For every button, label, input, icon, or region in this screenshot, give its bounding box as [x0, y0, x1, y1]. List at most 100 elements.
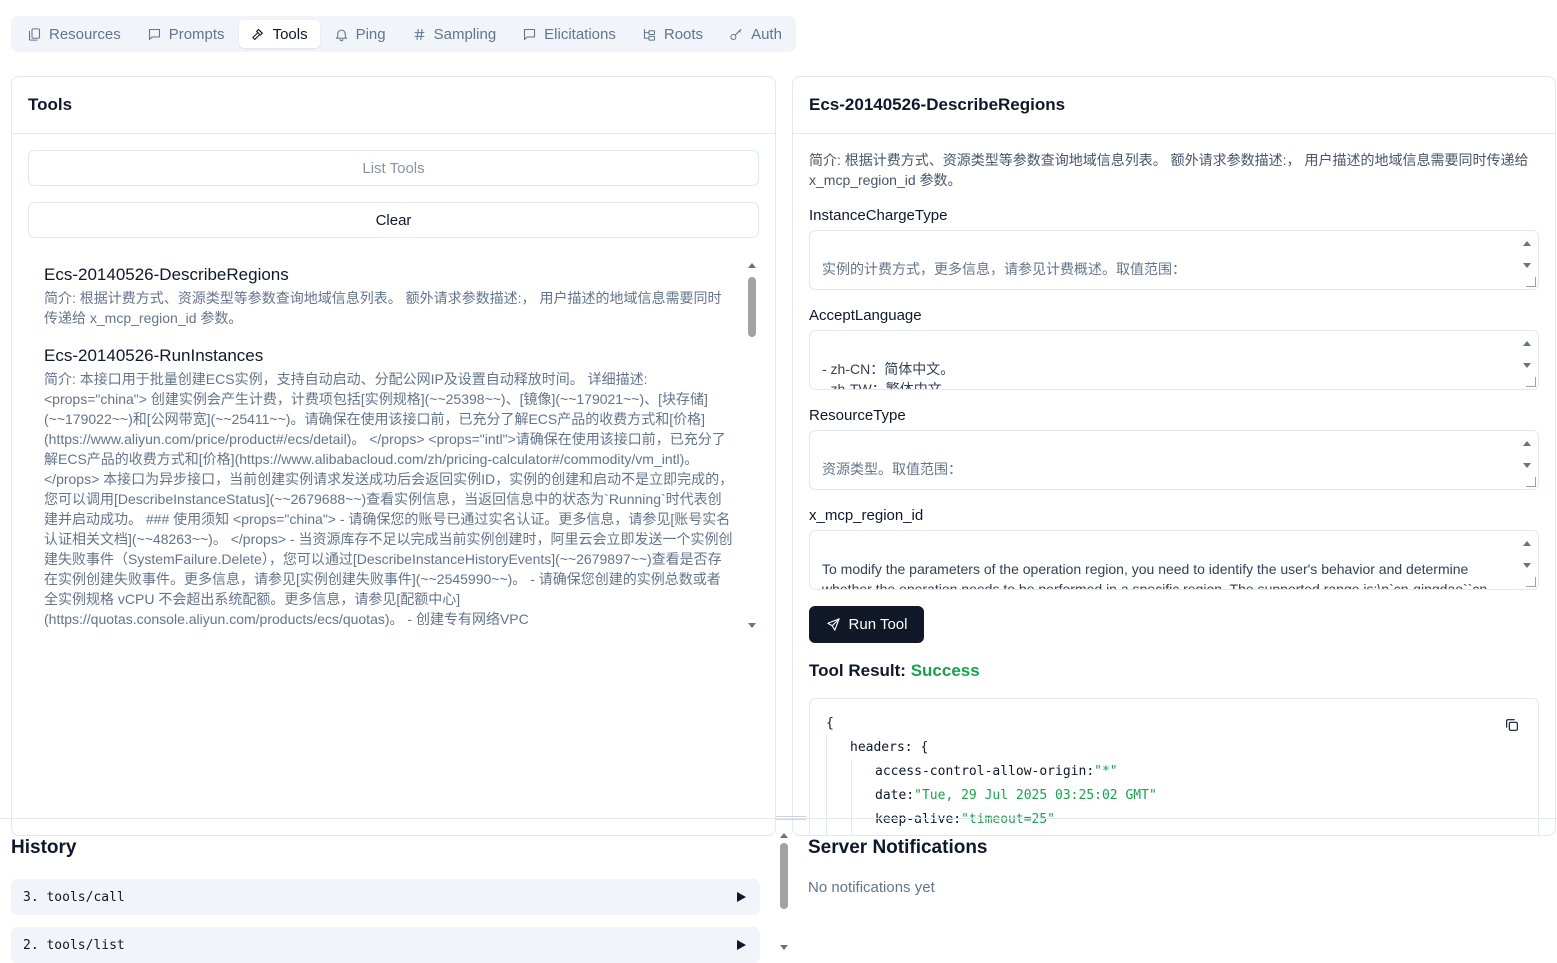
field-label-instancechargetype: InstanceChargeType [809, 207, 948, 224]
tool-detail-description: 简介: 根据计费方式、资源类型等参数查询地域信息列表。 额外请求参数描述:， 用… [809, 152, 1529, 188]
x-mcp-region-id-value: To modify the parameters of the operatio… [822, 561, 1492, 590]
field-label-resourcetype: ResourceType [809, 407, 906, 424]
instancechargetype-value: 实例的计费方式，更多信息，请参见计费概述。取值范围： - PrePaid：包年包… [822, 261, 1186, 277]
tab-label: Elicitations [544, 25, 616, 43]
scroll-up-icon[interactable] [1523, 441, 1531, 446]
tool-description: 简介: 本接口用于批量创建ECS实例，支持自动启动、分配公网IP及设置自动释放时… [44, 371, 734, 627]
files-icon [28, 27, 41, 41]
notifications-empty-text: No notifications yet [808, 879, 935, 896]
json-indent-guide [826, 735, 827, 835]
resize-grip-icon[interactable] [1526, 577, 1536, 587]
message-icon [148, 28, 160, 40]
json-line: access-control-allow-origin: "*" [826, 759, 1522, 783]
json-value: "timeout=25" [961, 811, 1056, 827]
tab-elicitations[interactable]: Elicitations [510, 20, 628, 48]
tab-label: Roots [663, 25, 704, 43]
scroll-down-icon[interactable] [780, 945, 788, 950]
scroll-up-icon[interactable] [1523, 341, 1531, 346]
scroll-down-icon[interactable] [1523, 463, 1531, 468]
list-tools-button[interactable]: List Tools [28, 150, 759, 186]
field-label-x-mcp-region-id: x_mcp_region_id [809, 507, 924, 524]
json-value: "*" [1094, 763, 1118, 779]
expand-triangle-icon[interactable] [737, 940, 746, 950]
tool-result-status: Success [910, 661, 980, 680]
resourcetype-value: 资源类型。取值范围： - instance：ECS实例。 [822, 461, 962, 477]
scroll-down-icon[interactable] [748, 623, 756, 628]
json-key: headers: [850, 739, 913, 755]
scroll-down-icon[interactable] [1523, 563, 1531, 568]
json-key: keep-alive: [875, 811, 962, 827]
tab-resources[interactable]: Resources [15, 20, 133, 48]
scroll-thumb[interactable] [780, 843, 788, 909]
scroll-down-icon[interactable] [1523, 363, 1531, 368]
tools-panel: Tools List Tools Clear Ecs-20140526-Desc… [11, 76, 776, 836]
tab-auth[interactable]: Auth [717, 20, 794, 48]
json-brace: { [920, 739, 929, 755]
scroll-up-icon[interactable] [780, 833, 788, 838]
expand-triangle-icon[interactable] [737, 892, 746, 902]
panel-resize-handle[interactable] [776, 816, 806, 820]
history-item[interactable]: 3. tools/call [11, 879, 760, 915]
tool-result-heading: Tool Result: Success [809, 661, 980, 681]
tool-result-label: Tool Result: [809, 661, 906, 680]
copy-icon[interactable] [1504, 717, 1520, 733]
tool-name: Ecs-20140526-RunInstances [44, 346, 264, 365]
run-tool-button[interactable]: Run Tool [809, 606, 924, 643]
tab-ping[interactable]: Ping [322, 20, 398, 48]
tool-detail-panel: Ecs-20140526-DescribeRegions 简介: 根据计费方式、… [792, 76, 1556, 836]
tools-panel-title: Tools [12, 77, 775, 134]
tab-label: Tools [272, 25, 308, 43]
server-notifications-title: Server Notifications [808, 837, 988, 858]
tool-detail-title: Ecs-20140526-DescribeRegions [793, 77, 1555, 134]
tab-label: Prompts [168, 25, 225, 43]
json-line: keep-alive: "timeout=25" [826, 807, 1522, 831]
history-item-label: 3. tools/call [23, 889, 125, 905]
clear-button[interactable]: Clear [28, 202, 759, 238]
json-indent-guide [851, 759, 852, 835]
tab-tools[interactable]: Tools [238, 20, 320, 48]
tab-roots[interactable]: Roots [630, 20, 715, 48]
json-key: access-control-allow-origin: [875, 763, 1095, 779]
tab-prompts[interactable]: Prompts [135, 20, 237, 48]
tab-sampling[interactable]: Sampling [400, 20, 509, 48]
send-icon [826, 618, 840, 631]
resize-grip-icon[interactable] [1526, 377, 1536, 387]
tool-description: 简介: 根据计费方式、资源类型等参数查询地域信息列表。 额外请求参数描述:， 用… [44, 290, 722, 326]
scroll-up-icon[interactable] [1523, 541, 1531, 546]
tool-name: Ecs-20140526-DescribeRegions [44, 265, 289, 284]
tool-item[interactable]: Ecs-20140526-RunInstances 简介: 本接口用于批量创建E… [44, 346, 734, 629]
tab-label: Resources [49, 25, 121, 43]
tool-item[interactable]: Ecs-20140526-DescribeRegions 简介: 根据计费方式、… [44, 265, 734, 328]
json-key: date: [875, 787, 915, 803]
instancechargetype-input[interactable]: 实例的计费方式，更多信息，请参见计费概述。取值范围： - PrePaid：包年包… [809, 230, 1539, 290]
history-item[interactable]: 2. tools/list [11, 927, 760, 963]
scroll-up-icon[interactable] [1523, 241, 1531, 246]
tab-label: Sampling [433, 25, 497, 43]
json-open-brace: { [826, 715, 834, 731]
x-mcp-region-id-input[interactable]: To modify the parameters of the operatio… [809, 530, 1539, 590]
scroll-down-icon[interactable] [1523, 263, 1531, 268]
json-headers-line: headers: { [826, 735, 1522, 759]
key-icon [730, 28, 742, 40]
hash-icon [414, 28, 425, 40]
json-value: "Tue, 29 Jul 2025 03:25:02 GMT" [914, 787, 1157, 803]
scroll-up-icon[interactable] [748, 263, 756, 268]
field-label-acceptlanguage: AcceptLanguage [809, 307, 922, 324]
scroll-thumb[interactable] [748, 277, 756, 337]
resize-grip-icon[interactable] [1526, 277, 1536, 287]
run-tool-label: Run Tool [848, 616, 908, 633]
tool-result-output: { headers: { access-control-allow-origin… [809, 698, 1539, 835]
tool-list-scrollbar[interactable] [747, 263, 757, 631]
resourcetype-input[interactable]: 资源类型。取值范围： - instance：ECS实例。 [809, 430, 1539, 490]
history-scrollbar[interactable] [779, 833, 789, 951]
acceptlanguage-value: - zh-CN：简体中文。 - zh-TW：繁体中文。 - en-US：英文。 [822, 361, 956, 390]
tool-list: Ecs-20140526-DescribeRegions 简介: 根据计费方式、… [44, 261, 734, 633]
acceptlanguage-input[interactable]: - zh-CN：简体中文。 - zh-TW：繁体中文。 - en-US：英文。 [809, 330, 1539, 390]
message-square-icon [524, 28, 536, 40]
tab-label: Auth [751, 25, 782, 43]
history-title: History [11, 837, 77, 858]
tab-bar: Resources Prompts Tools Ping Sampling El… [11, 16, 796, 52]
resize-grip-icon[interactable] [1526, 477, 1536, 487]
bell-icon [335, 29, 347, 41]
folder-tree-icon [643, 28, 655, 41]
